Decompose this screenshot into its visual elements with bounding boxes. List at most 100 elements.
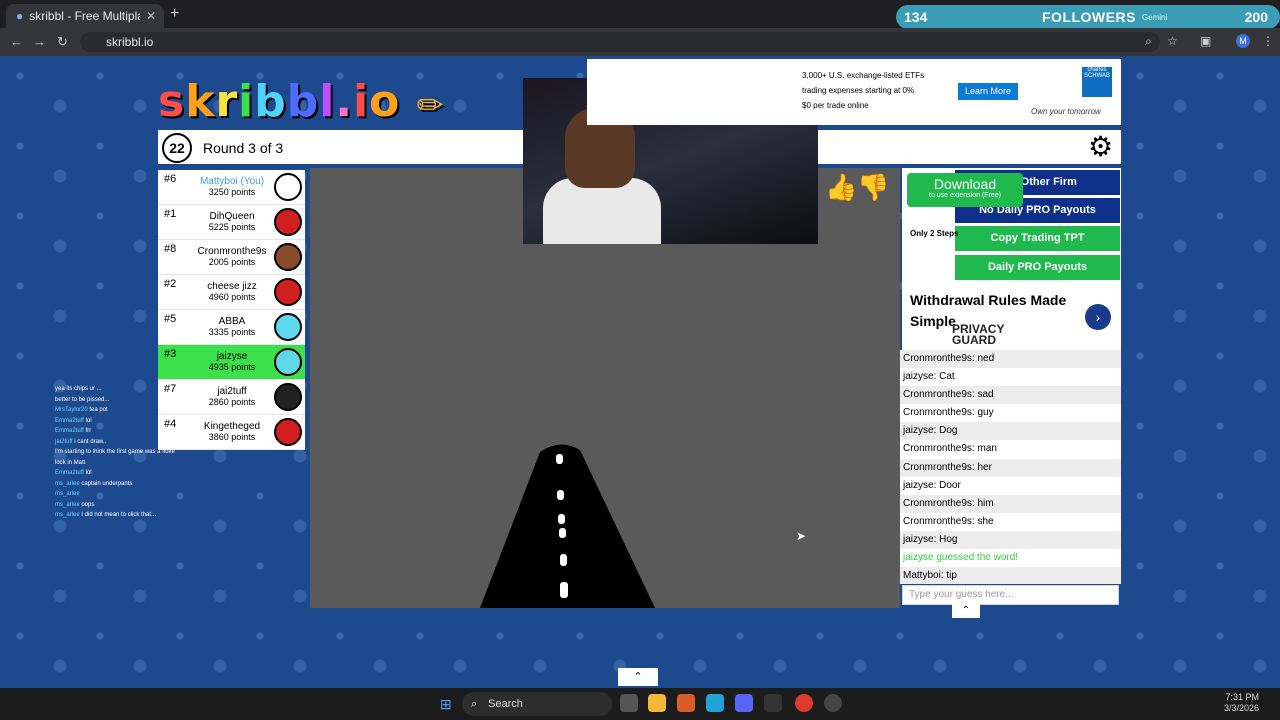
clock-time: 7:31 PM [1225,692,1260,702]
forward-icon[interactable]: → [33,34,46,49]
player-points: 4935 points [208,362,256,372]
close-tab-icon[interactable]: ✕ [146,9,156,23]
chat-user: Cronmronthe9s: [903,353,978,364]
ad-next-arrow-icon[interactable]: › [1085,304,1111,330]
browser-tab[interactable]: ● skribbl - Free Multiplayer Draw ✕ [6,4,164,28]
zoom-icon[interactable]: ⌕ [1145,34,1152,49]
player-points: 4960 points [208,292,256,302]
chat-text: sad [977,389,994,401]
chat-message: Mattyboi: tip [900,567,1121,584]
cursor-icon: ➤ [796,529,807,543]
gemini-label: Gemini [1141,12,1168,22]
chat-user: jaizyse: [903,533,940,545]
ad-slogan: Own your tomorrow [1031,107,1101,116]
download-label: Download [933,176,997,192]
player-row[interactable]: #6 Mattyboi (You) 3250 points [158,170,305,205]
skribbl-logo: skribbl.io ✏ [158,76,445,127]
reload-icon[interactable]: ↻ [57,34,68,50]
edge-icon[interactable] [706,694,724,712]
stream-chat-line: I'm starting to think the first game was… [55,447,295,458]
page-scroll-up-icon[interactable]: ⌃ [618,668,658,686]
chat-message: jaizyse: Hog [900,530,1121,550]
discord-icon[interactable] [735,694,753,712]
collapse-chevron-icon[interactable]: ⌃ [952,604,980,618]
player-row[interactable]: #8 Cronmronthe9s 2005 points [158,240,305,275]
ad-line-2: trading expenses starting at 0% [802,86,915,95]
chat-text: Hog [939,533,958,545]
new-tab-icon[interactable]: + [170,5,179,23]
privacy-guard-label: PRIVACY GUARD [952,322,1005,347]
bookmark-star-icon[interactable]: ☆ [1167,34,1178,48]
chat-message: jaizyse: Door [900,477,1121,495]
stream-chat-user: Emma2tuff [55,428,86,434]
stream-chat-line: ms_arlee I did not mean to click that... [55,510,295,521]
app2-icon[interactable] [764,694,782,712]
obs-icon[interactable] [824,694,842,712]
settings-gear-icon[interactable]: ⚙ [1088,133,1113,161]
system-clock: 7:31 PM 3/3/2026 [1224,692,1259,714]
chat-text: him [977,497,994,509]
chat-text: Door [939,479,961,491]
player-row[interactable]: #2 cheese jizz 4960 points [158,275,305,310]
file-explorer-icon[interactable] [648,694,666,712]
thumbs-down-icon[interactable]: 👎 [857,172,889,202]
schwab-logo: charles SCHWAB [1082,67,1112,97]
player-name: cheese jizz [207,281,257,292]
player-avatar [274,313,302,341]
player-row[interactable]: #5 ABBA 3335 points [158,310,305,345]
windows-start-icon[interactable]: ⊞ [440,696,452,713]
chat-user: Cronmronthe9s: [903,389,978,401]
download-button[interactable]: Download to use extension (Free) [907,173,1023,207]
stream-chat-line: better to be pissed... [55,395,295,406]
top-banner-ad[interactable]: 3,000+ U.S. exchange-listed ETFs trading… [587,59,1121,125]
learn-more-button[interactable]: Learn More [958,83,1018,100]
player-row[interactable]: #3 jaizyse 4935 points [158,345,305,380]
chat-message: Cronmronthe9s: him [900,494,1121,513]
taskbar-search[interactable]: ⌕ Search [462,692,612,716]
tab-favicon-icon: ● [16,9,24,23]
chat-text: tip [946,570,957,582]
chat-user: Cronmronthe9s: [903,515,978,527]
chat-message: jaizyse: Dog [900,422,1121,441]
chat-user: Cronmronthe9s: [903,497,978,509]
canvas-drawing-road [480,444,655,608]
player-rank: #2 [164,278,177,290]
player-row[interactable]: #1 DihQueen 5225 points [158,205,305,240]
app-icon[interactable] [677,694,695,712]
chat-text: Cat [939,371,955,383]
thumbs-up-icon[interactable]: 👍 [825,172,857,202]
player-points: 3250 points [208,187,256,197]
address-bar: ← → ↻ skribbl.io ⌕ ☆ ▣ M ⋮ [0,28,1280,56]
taskview-icon[interactable] [620,694,638,712]
chrome-icon[interactable] [795,694,813,712]
menu-icon[interactable]: ⋮ [1262,34,1274,48]
guess-input[interactable]: Type your guess here... [902,585,1119,605]
sidepanel-icon[interactable]: ▣ [1200,34,1211,48]
stream-chat-text: lol [85,417,92,424]
stream-chat-user: jai2tuff [55,438,75,445]
chat-user: Cronmronthe9s: [903,407,978,419]
url-field[interactable]: skribbl.io [80,32,1160,52]
timer-clock: 22 [162,133,192,163]
stream-chat-line: jai2tuff i cant draw.. [55,437,295,448]
chat-text: ned [977,353,995,364]
round-label: Round 3 of 3 [203,140,284,156]
player-rank: #6 [164,173,177,185]
player-points: 2005 points [208,257,256,267]
player-avatar [274,278,302,306]
stream-chat-text: I did not mean to click that... [81,512,157,518]
stream-chat-line: Emma2tuff frr [55,426,295,437]
back-icon[interactable]: ← [10,34,23,49]
player-avatar [274,243,302,271]
chat-message: Cronmronthe9s: guy [900,404,1121,422]
stream-chat-line: MrsTaylor20 tea pot [55,405,295,416]
chat-log: Cronmronthe9s: ned jaizyse: Cat Cronmronth… [900,350,1121,584]
player-rank: #8 [164,243,177,255]
stream-chat-line: ms_arlee [55,489,295,500]
chat-message: Cronmronthe9s: she [900,513,1121,531]
chat-text: guy [977,407,994,419]
chat-user: Cronmronthe9s: [903,461,978,473]
windows-taskbar: ⊞ ⌕ Search 7:31 PM 3/3/2026 [0,688,1280,720]
profile-avatar[interactable]: M [1236,34,1250,48]
chat-user: Cronmronthe9s: [903,443,978,455]
